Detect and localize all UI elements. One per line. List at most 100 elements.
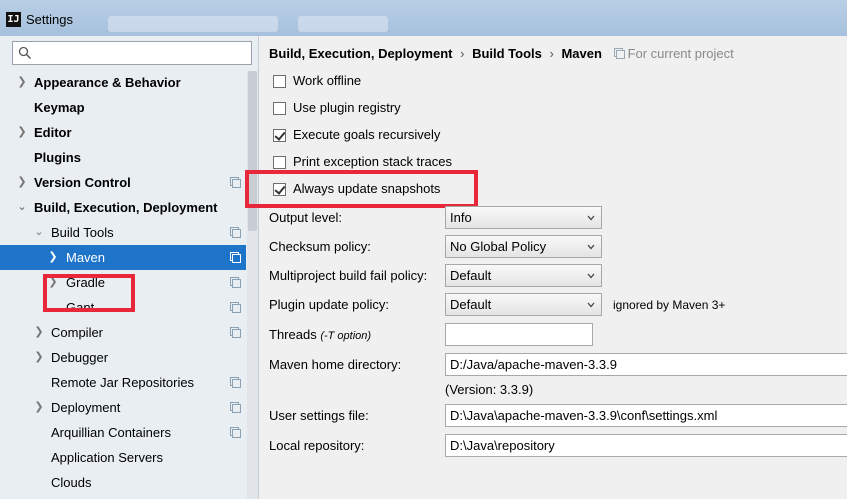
- output-level-select[interactable]: Info: [445, 206, 602, 229]
- tree-item-application-servers[interactable]: Application Servers: [0, 445, 246, 470]
- plugin-update-note: ignored by Maven 3+: [613, 298, 726, 312]
- tree-item-label: Compiler: [51, 325, 104, 340]
- chevron-down-icon[interactable]: ⌄: [17, 195, 27, 220]
- project-scope-icon: [230, 277, 241, 288]
- checksum-policy-select[interactable]: No Global Policy: [445, 235, 602, 258]
- tree-item-remote-jar-repositories[interactable]: Remote Jar Repositories: [0, 370, 246, 395]
- tree-item-label: Application Servers: [51, 450, 163, 465]
- tree-item-label: Plugins: [34, 150, 81, 165]
- tree-item-debugger[interactable]: ❯ Debugger: [0, 345, 246, 370]
- checkbox-box[interactable]: [273, 75, 286, 88]
- maven-home-label: Maven home directory:: [269, 357, 402, 372]
- background-tab: [108, 16, 278, 32]
- checkbox-label: Work offline: [293, 73, 362, 88]
- background-tab: [298, 16, 388, 32]
- checkbox-box[interactable]: [273, 129, 286, 142]
- tree-item-label: Clouds: [51, 475, 92, 490]
- local-repository-input[interactable]: D:\Java\repository: [445, 434, 847, 457]
- breadcrumb-separator: ›: [549, 46, 554, 61]
- checkbox-label: Use plugin registry: [293, 100, 401, 115]
- project-scope-icon: [230, 177, 241, 188]
- search-icon: [18, 46, 32, 60]
- tree-item-label: Editor: [34, 125, 72, 140]
- project-scope-icon: [613, 48, 625, 59]
- project-scope-icon: [230, 327, 241, 338]
- search-input[interactable]: [12, 41, 252, 65]
- tree-item-label: Build Tools: [51, 225, 114, 240]
- window-title: Settings: [26, 12, 73, 27]
- tree-item-label: Maven: [66, 250, 106, 265]
- project-scope-icon: [230, 252, 241, 263]
- tree-item-build-execution-deployment[interactable]: ⌄ Build, Execution, Deployment: [0, 195, 246, 220]
- multiproject-fail-policy-select[interactable]: Default: [445, 264, 602, 287]
- tree-item-clouds[interactable]: Clouds: [0, 470, 246, 495]
- breadcrumb-separator: ›: [460, 46, 465, 61]
- tree-item-label: Debugger: [51, 350, 109, 365]
- threads-input[interactable]: [445, 323, 593, 346]
- chevron-right-icon[interactable]: ❯: [34, 395, 44, 420]
- tree-item-appearance-behavior[interactable]: ❯ Appearance & Behavior: [0, 70, 246, 95]
- tree-item-editor[interactable]: ❯ Editor: [0, 120, 246, 145]
- chevron-right-icon[interactable]: ❯: [17, 70, 27, 95]
- threads-label-text: Threads: [269, 327, 317, 342]
- tree-item-label: Remote Jar Repositories: [51, 375, 195, 390]
- chevron-right-icon[interactable]: ❯: [34, 320, 44, 345]
- chevron-down-icon[interactable]: ⌄: [34, 220, 44, 245]
- tree-item-compiler[interactable]: ❯ Compiler: [0, 320, 246, 345]
- breadcrumb-part: Build, Execution, Deployment: [269, 46, 453, 61]
- breadcrumb-part: Build Tools: [472, 46, 542, 61]
- intellij-icon: IJ: [6, 12, 21, 27]
- tree-item-label: Deployment: [51, 400, 121, 415]
- chevron-right-icon[interactable]: ❯: [17, 120, 27, 145]
- maven-home-input[interactable]: D:/Java/apache-maven-3.3.9: [445, 353, 847, 376]
- local-repository-label: Local repository:: [269, 438, 365, 453]
- project-scope-icon: [230, 302, 241, 313]
- plugin-update-policy-label: Plugin update policy:: [269, 297, 389, 312]
- multiproject-fail-policy-label: Multiproject build fail policy:: [269, 268, 428, 283]
- output-level-label: Output level:: [269, 210, 342, 225]
- maven-version-text: (Version: 3.3.9): [445, 382, 534, 397]
- tree-item-version-control[interactable]: ❯ Version Control: [0, 170, 246, 195]
- maven-settings-panel: Build, Execution, Deployment › Build Too…: [245, 36, 847, 499]
- tree-item-build-tools[interactable]: ⌄ Build Tools: [0, 220, 246, 245]
- tree-item-label: Arquillian Containers: [51, 425, 171, 440]
- select-value: No Global Policy: [450, 239, 547, 254]
- chevron-down-icon: [587, 244, 595, 250]
- tree-item-arquillian-containers[interactable]: Arquillian Containers: [0, 420, 246, 445]
- tree-item-label: Version Control: [34, 175, 131, 190]
- user-settings-label: User settings file:: [269, 408, 369, 423]
- settings-tree-panel: ❯ Appearance & Behavior Keymap ❯ Editor …: [0, 36, 259, 499]
- chevron-right-icon[interactable]: ❯: [17, 170, 27, 195]
- title-bar: IJ Settings: [0, 0, 847, 36]
- select-value: Default: [450, 268, 492, 283]
- tree-item-label: Build, Execution, Deployment: [34, 200, 218, 215]
- tree-item-deployment[interactable]: ❯ Deployment: [0, 395, 246, 420]
- tree-item-keymap[interactable]: Keymap: [0, 95, 246, 120]
- checkbox-box[interactable]: [273, 102, 286, 115]
- tree-item-plugins[interactable]: Plugins: [0, 145, 246, 170]
- annotation-highlight-box: [43, 274, 135, 312]
- project-scope-icon: [230, 427, 241, 438]
- threads-label: Threads (-T option): [269, 327, 371, 342]
- breadcrumb: Build, Execution, Deployment › Build Too…: [269, 46, 734, 61]
- project-scope-icon: [230, 227, 241, 238]
- chevron-down-icon: [587, 215, 595, 221]
- chevron-right-icon[interactable]: ❯: [34, 345, 44, 370]
- chevron-right-icon[interactable]: ❯: [48, 245, 58, 270]
- plugin-update-policy-select[interactable]: Default: [445, 293, 602, 316]
- checkbox-box[interactable]: [273, 156, 286, 169]
- project-scope-icon: [230, 377, 241, 388]
- select-value: Info: [450, 210, 472, 225]
- checksum-policy-label: Checksum policy:: [269, 239, 371, 254]
- scope-label: For current project: [627, 46, 734, 61]
- select-value: Default: [450, 297, 492, 312]
- tree-scrollbar[interactable]: [247, 71, 258, 499]
- user-settings-input[interactable]: D:\Java\apache-maven-3.3.9\conf\settings…: [445, 404, 847, 427]
- threads-hint: (-T option): [320, 330, 372, 342]
- tree-item-label: Keymap: [34, 100, 85, 115]
- chevron-down-icon: [587, 302, 595, 308]
- breadcrumb-current: Maven: [561, 46, 602, 61]
- tree-item-label: Appearance & Behavior: [34, 75, 181, 90]
- checkbox-label: Print exception stack traces: [293, 154, 452, 169]
- tree-item-maven[interactable]: ❯ Maven: [0, 245, 246, 270]
